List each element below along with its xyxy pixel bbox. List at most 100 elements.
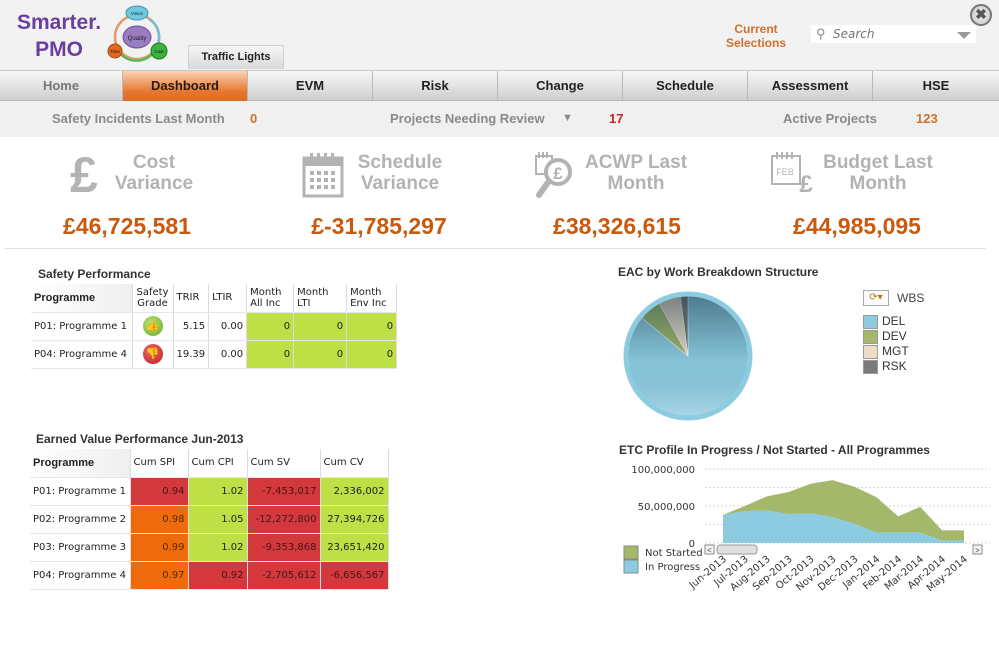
ltir-cell: 0.00	[208, 340, 248, 369]
header: Smarter. PMO Quality Vision Cost Time Tr…	[0, 0, 999, 70]
table-row[interactable]: P01: Programme 1 👍 5.15 0.00 0 0 0	[31, 312, 398, 341]
safety-table: Programme Safety Grade TRIR LTIR Month A…	[31, 284, 398, 369]
table-row[interactable]: P04: Programme 4 👎 19.39 0.00 0 0 0	[31, 340, 398, 369]
safety-grade-cell: 👎	[132, 340, 174, 369]
tile-title-1: ACWP Last	[584, 152, 688, 173]
col-header[interactable]: Cum CV	[320, 449, 389, 478]
cum-cv-cell: 27,394,726	[320, 505, 389, 534]
active-projects-value: 123	[916, 111, 938, 126]
search-box[interactable]: ⚲	[811, 25, 976, 43]
logo-center-label: Quality	[128, 36, 147, 42]
divider	[4, 248, 986, 249]
caret-down-icon[interactable]: ▼	[562, 112, 573, 124]
safety-title: Safety Performance	[38, 267, 151, 281]
programme-cell: P01: Programme 1	[30, 477, 131, 506]
cum-spi-cell: 0.98	[130, 505, 189, 534]
col-header[interactable]: Month LTI	[293, 284, 348, 313]
programme-cell: P04: Programme 4	[30, 561, 131, 590]
search-input[interactable]	[833, 26, 953, 42]
thumbs-down-icon: 👎	[142, 344, 163, 364]
legend-swatch	[863, 314, 878, 329]
pie-legend-item[interactable]: DEL	[863, 314, 905, 329]
svg-text:£: £	[799, 171, 813, 194]
pie-legend-item[interactable]: RSK	[863, 359, 907, 374]
main-nav: Home Dashboard EVM Risk Change Schedule …	[0, 70, 999, 101]
legend-swatch	[623, 545, 639, 560]
thumbs-up-icon: 👍	[142, 316, 163, 336]
close-icon[interactable]: ✖	[970, 4, 992, 26]
nav-hse[interactable]: HSE	[873, 71, 999, 101]
traffic-lights-tab[interactable]: Traffic Lights	[188, 45, 284, 69]
projects-review-label[interactable]: Projects Needing Review	[390, 111, 545, 126]
safety-grade-cell: 👍	[132, 312, 174, 341]
col-header[interactable]: Programme	[31, 284, 133, 313]
nav-home[interactable]: Home	[0, 71, 123, 101]
logo-cycle-icon: Quality Vision Cost Time	[107, 5, 168, 62]
logo-node-time: Time	[110, 49, 120, 54]
nav-evm[interactable]: EVM	[248, 71, 373, 101]
chevron-left-icon: <	[707, 546, 712, 555]
tile-acwp-last-month: £ ACWP Last Month £38,326,615	[502, 148, 732, 243]
scrollbar-thumb[interactable]	[716, 544, 758, 555]
chart-type-toggle-icon[interactable]: ⟳▾	[863, 290, 889, 306]
table-row[interactable]: P02: Programme 2 0.98 1.05 -12,272,800 27,39…	[30, 505, 389, 534]
table-row[interactable]: P01: Programme 1 0.94 1.02 -7,453,017 2,336,…	[30, 477, 389, 506]
cum-cv-cell: 23,651,420	[320, 533, 389, 562]
safety-incidents-value: 0	[250, 111, 258, 126]
logo-line-1: Smarter.	[17, 11, 102, 34]
magnifier-pound-icon: £	[535, 152, 572, 198]
col-header[interactable]: LTIR	[208, 284, 248, 313]
chevron-right-icon: >	[975, 546, 980, 555]
col-header[interactable]: Month All Inc	[246, 284, 295, 313]
cum-spi-cell: 0.97	[130, 561, 189, 590]
projects-review-value: 17	[609, 111, 624, 126]
tile-value: £38,326,615	[553, 213, 681, 239]
tile-cost-variance: £ Cost Variance £46,725,581	[22, 148, 252, 243]
col-header[interactable]: Cum SPI	[130, 449, 189, 478]
area-chart-title: ETC Profile In Progress / Not Started - …	[619, 443, 930, 457]
y-tick-label: 100,000,000	[631, 465, 695, 476]
legend-label: DEL	[882, 314, 906, 328]
legend-label[interactable]: Not Started	[645, 548, 703, 559]
search-icon: ⚲	[816, 26, 826, 41]
tile-title-1: Schedule	[357, 152, 443, 173]
col-header[interactable]: Cum SV	[247, 449, 321, 478]
tile-title-2: Month	[607, 173, 665, 194]
active-projects-label: Active Projects	[783, 111, 877, 126]
tile-budget-last-month: FEB £ Budget Last Month £44,985,095	[742, 148, 972, 243]
table-row[interactable]: P03: Programme 3 0.99 1.02 -9,353,868 23,651…	[30, 533, 389, 562]
pie-legend-item[interactable]: DEV	[863, 329, 907, 344]
col-header[interactable]: Month Env Inc	[346, 284, 398, 313]
logo-line-2: PMO	[35, 38, 83, 61]
cum-cv-cell: 2,336,002	[320, 477, 389, 506]
table-row[interactable]: P04: Programme 4 0.97 0.92 -2,705,612 -6,656…	[30, 561, 389, 590]
tile-title-2: Variance	[360, 173, 440, 194]
ltir-cell: 0.00	[208, 312, 248, 341]
svg-text:£: £	[553, 164, 563, 183]
pie-legend-item[interactable]: MGT	[863, 344, 909, 359]
col-header[interactable]: Safety Grade	[132, 284, 174, 313]
legend-label: DEV	[882, 329, 907, 343]
evp-title: Earned Value Performance Jun-2013	[36, 432, 244, 446]
col-header[interactable]: Programme	[30, 449, 131, 478]
chevron-down-icon[interactable]	[957, 32, 971, 39]
nav-dashboard[interactable]: Dashboard	[123, 71, 248, 101]
legend-label[interactable]: In Progress	[645, 562, 700, 573]
nav-change[interactable]: Change	[498, 71, 623, 101]
month-env-inc-cell: 0	[346, 340, 398, 369]
legend-swatch	[863, 344, 878, 359]
tile-value: £-31,785,297	[311, 213, 447, 239]
tile-value: £44,985,095	[793, 213, 921, 239]
etc-area-chart: 050,000,000100,000,000< >Jun-2013Jul-2013…	[623, 465, 990, 594]
month-lti-cell: 0	[293, 312, 348, 341]
tile-schedule-variance: Schedule Variance £-31,785,297	[264, 148, 494, 243]
logo-node-cost: Cost	[154, 49, 164, 54]
nav-schedule[interactable]: Schedule	[623, 71, 748, 101]
nav-assessment[interactable]: Assessment	[748, 71, 873, 101]
tile-title: Cost Variance	[102, 152, 206, 194]
col-header[interactable]: Cum CPI	[188, 449, 248, 478]
col-header[interactable]: TRIR	[173, 284, 210, 313]
current-selections-link[interactable]: Current Selections	[724, 22, 788, 50]
nav-risk[interactable]: Risk	[373, 71, 498, 101]
y-tick-label: 50,000,000	[638, 502, 695, 513]
